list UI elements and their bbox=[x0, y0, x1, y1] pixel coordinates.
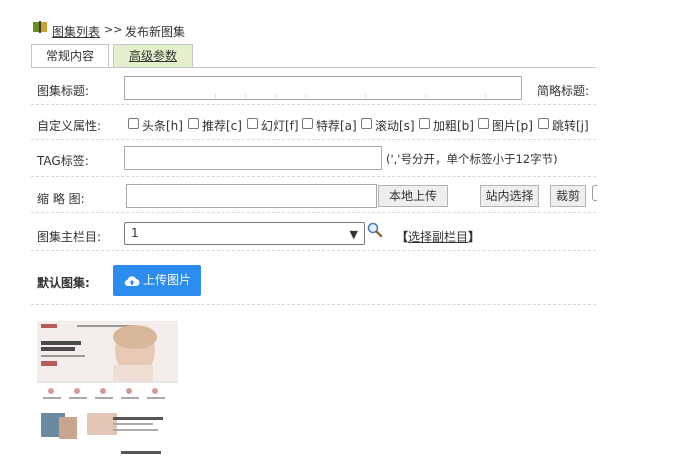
short-title-label: 简略标题: bbox=[537, 84, 590, 98]
tag-input[interactable] bbox=[124, 146, 382, 170]
site-select-button[interactable]: 站内选择 bbox=[480, 185, 539, 207]
chevron-down-icon: ▼ bbox=[349, 228, 358, 241]
attr-label-j: 跳转[j] bbox=[552, 119, 589, 133]
tab-divider bbox=[31, 67, 596, 68]
select-sub-column-link[interactable]: 【选择副栏目】 bbox=[396, 228, 480, 245]
thumbnail-input[interactable] bbox=[126, 184, 377, 208]
upload-images-label: 上传图片 bbox=[143, 273, 192, 287]
cloud-upload-icon bbox=[124, 276, 140, 287]
custom-attr-label: 自定义属性: bbox=[37, 119, 102, 133]
select-sub-column-text: 选择副栏目 bbox=[408, 230, 469, 244]
row-divider bbox=[31, 304, 596, 305]
thumbnail-label: 缩 略 图: bbox=[37, 192, 85, 206]
attr-checkbox-j[interactable] bbox=[538, 118, 549, 129]
attr-checkbox-s[interactable] bbox=[361, 118, 372, 129]
breadcrumb-separator: >> bbox=[104, 23, 123, 36]
row-divider bbox=[31, 176, 596, 177]
attr-checkbox-f[interactable] bbox=[247, 118, 258, 129]
attr-checkbox-c[interactable] bbox=[188, 118, 199, 129]
attr-checkbox-a[interactable] bbox=[302, 118, 313, 129]
truncated-button-edge bbox=[592, 185, 597, 201]
upload-images-button[interactable]: 上传图片 bbox=[113, 265, 201, 296]
webpage-preview-image bbox=[37, 321, 178, 454]
main-column-value: 1 bbox=[131, 226, 139, 240]
main-column-select[interactable]: 1 ▼ bbox=[124, 222, 365, 245]
attr-checkbox-h[interactable] bbox=[128, 118, 139, 129]
attr-label-a: 特荐[a] bbox=[316, 119, 357, 133]
crop-button[interactable]: 裁剪 bbox=[550, 185, 586, 207]
title-input[interactable] bbox=[124, 76, 522, 100]
breadcrumb-current: 发布新图集 bbox=[125, 25, 186, 39]
gallery-thumbnail[interactable] bbox=[37, 321, 178, 457]
tag-label: TAG标签: bbox=[37, 154, 89, 168]
attr-label-f: 幻灯[f] bbox=[261, 119, 299, 133]
attr-label-c: 推荐[c] bbox=[202, 119, 242, 133]
attr-checkbox-b[interactable] bbox=[419, 118, 430, 129]
row-divider bbox=[31, 104, 596, 105]
book-icon bbox=[33, 21, 47, 33]
attr-label-s: 滚动[s] bbox=[375, 119, 415, 133]
tag-hint: (','号分开，单个标签小于12字节) bbox=[386, 152, 558, 166]
row-divider bbox=[31, 139, 596, 140]
tab-advanced-params[interactable]: 高级参数 bbox=[113, 44, 193, 68]
gallery-list-link[interactable]: 图集列表 bbox=[52, 23, 100, 40]
attr-label-p: 图片[p] bbox=[492, 119, 533, 133]
attr-label-h: 头条[h] bbox=[142, 119, 183, 133]
tab-general-content[interactable]: 常规内容 bbox=[31, 44, 109, 68]
local-upload-button[interactable]: 本地上传 bbox=[378, 185, 448, 207]
main-column-label: 图集主栏目: bbox=[37, 230, 102, 244]
row-divider bbox=[31, 250, 596, 251]
row-divider bbox=[31, 212, 596, 213]
default-gallery-label: 默认图集: bbox=[37, 276, 90, 290]
search-icon[interactable] bbox=[367, 222, 383, 238]
attr-checkbox-p[interactable] bbox=[478, 118, 489, 129]
attr-label-b: 加粗[b] bbox=[433, 119, 474, 133]
title-label: 图集标题: bbox=[37, 84, 90, 98]
